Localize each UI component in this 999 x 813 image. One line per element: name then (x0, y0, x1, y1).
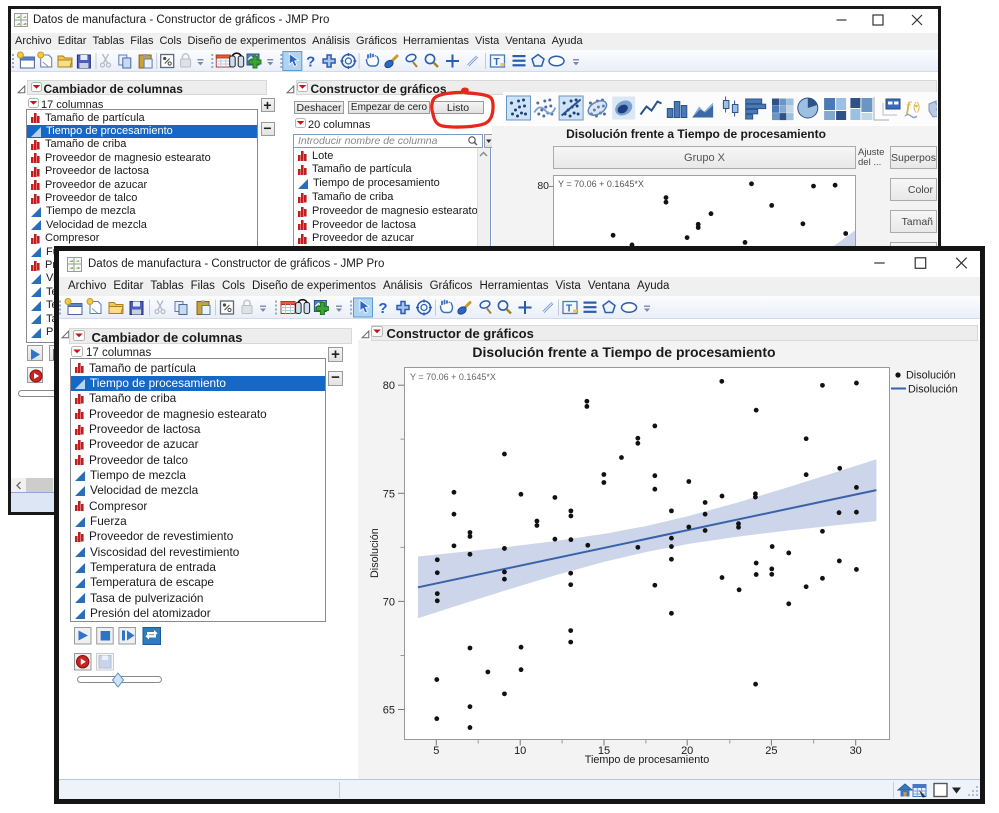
svg-text:Disolución: Disolución (908, 384, 958, 396)
svg-text:80: 80 (383, 380, 395, 392)
svg-text:?: ? (306, 54, 315, 71)
svg-text:?: ? (378, 300, 387, 317)
svg-text:T: T (493, 57, 499, 68)
svg-text:70: 70 (383, 596, 395, 608)
svg-text:Disolución: Disolución (906, 370, 956, 382)
svg-text:65: 65 (383, 704, 395, 716)
svg-text:75: 75 (383, 488, 395, 500)
svg-text:T: T (566, 303, 572, 314)
svg-text:f: f (906, 100, 912, 115)
